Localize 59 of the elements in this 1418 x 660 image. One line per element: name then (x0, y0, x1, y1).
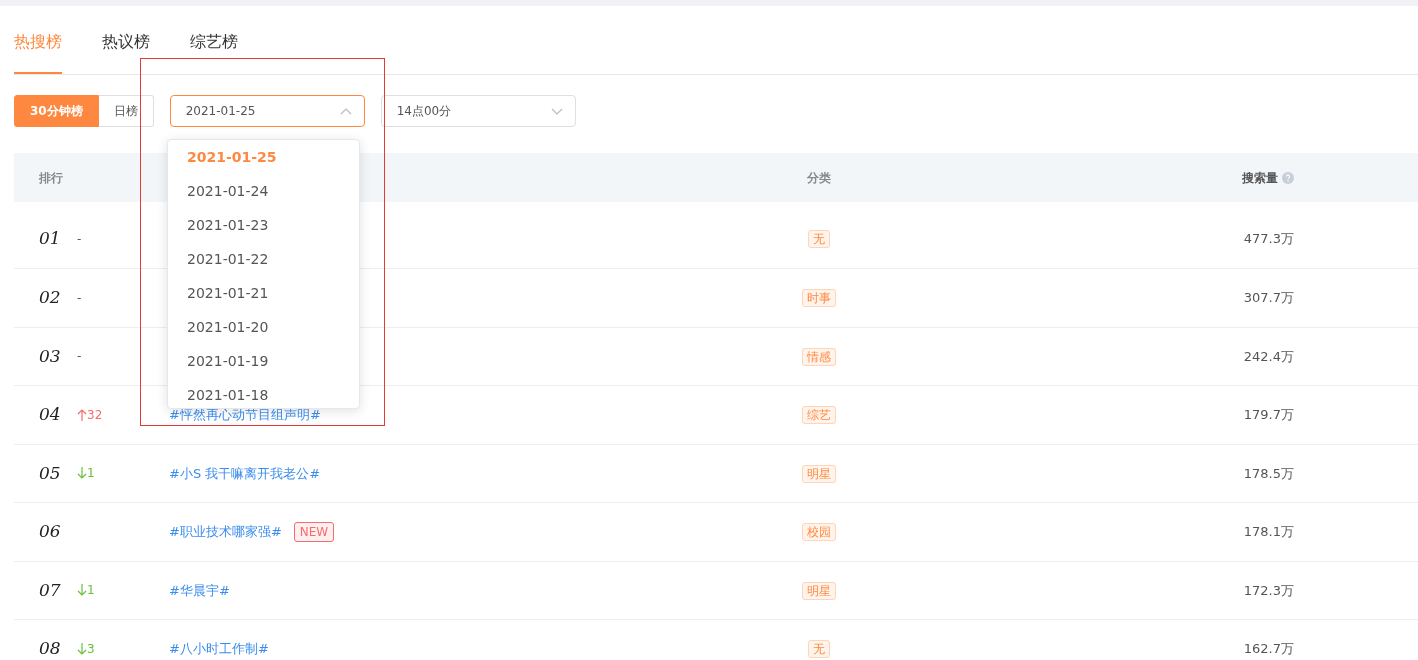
search-volume: 178.1万 (1243, 523, 1294, 541)
date-option[interactable]: 2021-01-24 (168, 174, 359, 208)
search-volume: 178.5万 (1243, 464, 1294, 483)
rank-change: 1 (87, 582, 95, 600)
category-tag: 时事 (802, 289, 836, 307)
topic-link[interactable]: #八小时工作制# (169, 639, 269, 659)
category-tag: 明星 (802, 464, 836, 483)
down-arrow-icon (77, 584, 87, 597)
search-volume: 242.4万 (1243, 347, 1294, 366)
down-arrow-icon (77, 642, 87, 655)
rank-number: 06 (39, 520, 62, 543)
category-tag: 无 (808, 640, 830, 658)
rank-number: 03 (39, 344, 62, 368)
topic-link[interactable]: #怦然再心动节目组声明# (169, 405, 321, 425)
category-tag: 综艺 (802, 406, 836, 424)
search-volume: 162.7万 (1243, 640, 1294, 658)
category-tag: 校园 (802, 523, 836, 541)
tab[interactable]: 综艺榜 (190, 30, 238, 74)
help-icon[interactable] (1282, 171, 1294, 184)
rank-number: 07 (39, 578, 62, 602)
topic-link[interactable]: #职业技术哪家强# (169, 522, 282, 542)
search-volume: 307.7万 (1243, 289, 1294, 307)
rank-change: 3 (87, 640, 95, 658)
search-volume: 179.7万 (1243, 406, 1294, 424)
rank-number: 02 (39, 286, 62, 309)
up-arrow-icon (77, 408, 87, 421)
select-field[interactable]: 14点00分 (380, 95, 576, 127)
column-header: 搜索量 (1242, 169, 1278, 187)
category-tag: 情感 (802, 347, 836, 366)
rank-change: 1 (87, 465, 95, 483)
down-arrow-icon (77, 467, 87, 480)
rank-number: 08 (39, 637, 62, 660)
topic-link[interactable]: #华晨宇# (169, 580, 230, 600)
rank-number: 01 (39, 227, 62, 251)
chevron-up-icon (339, 107, 352, 115)
date-option[interactable]: 2021-01-21 (168, 276, 359, 310)
rank-number: 05 (39, 461, 62, 485)
rank-change: - (77, 231, 82, 248)
search-volume: 172.3万 (1243, 581, 1294, 600)
rank-change: 32 (87, 406, 103, 424)
chevron-down-icon (550, 107, 563, 115)
toggle-button[interactable]: 日榜 (98, 95, 154, 127)
new-tag: NEW (293, 521, 335, 542)
date-option[interactable]: 2021-01-23 (168, 208, 359, 242)
topic-link[interactable]: #小S 我干嘛离开我老公# (169, 463, 321, 483)
date-option[interactable]: 2021-01-22 (168, 242, 359, 276)
column-header: 分类 (807, 170, 831, 185)
rank-change: - (77, 348, 82, 366)
date-option[interactable]: 2021-01-18 (168, 378, 359, 408)
rank-number: 04 (39, 403, 62, 426)
date-option[interactable]: 2021-01-20 (168, 310, 359, 344)
select-field[interactable]: 2021-01-25 (169, 95, 365, 127)
category-tag: 无 (808, 230, 830, 249)
search-volume: 477.3万 (1243, 230, 1294, 249)
rank-change: - (77, 289, 82, 307)
date-option[interactable]: 2021-01-19 (168, 344, 359, 378)
column-header: 排行 (39, 169, 63, 187)
tab[interactable]: 热议榜 (102, 30, 150, 74)
category-tag: 明星 (802, 581, 836, 600)
